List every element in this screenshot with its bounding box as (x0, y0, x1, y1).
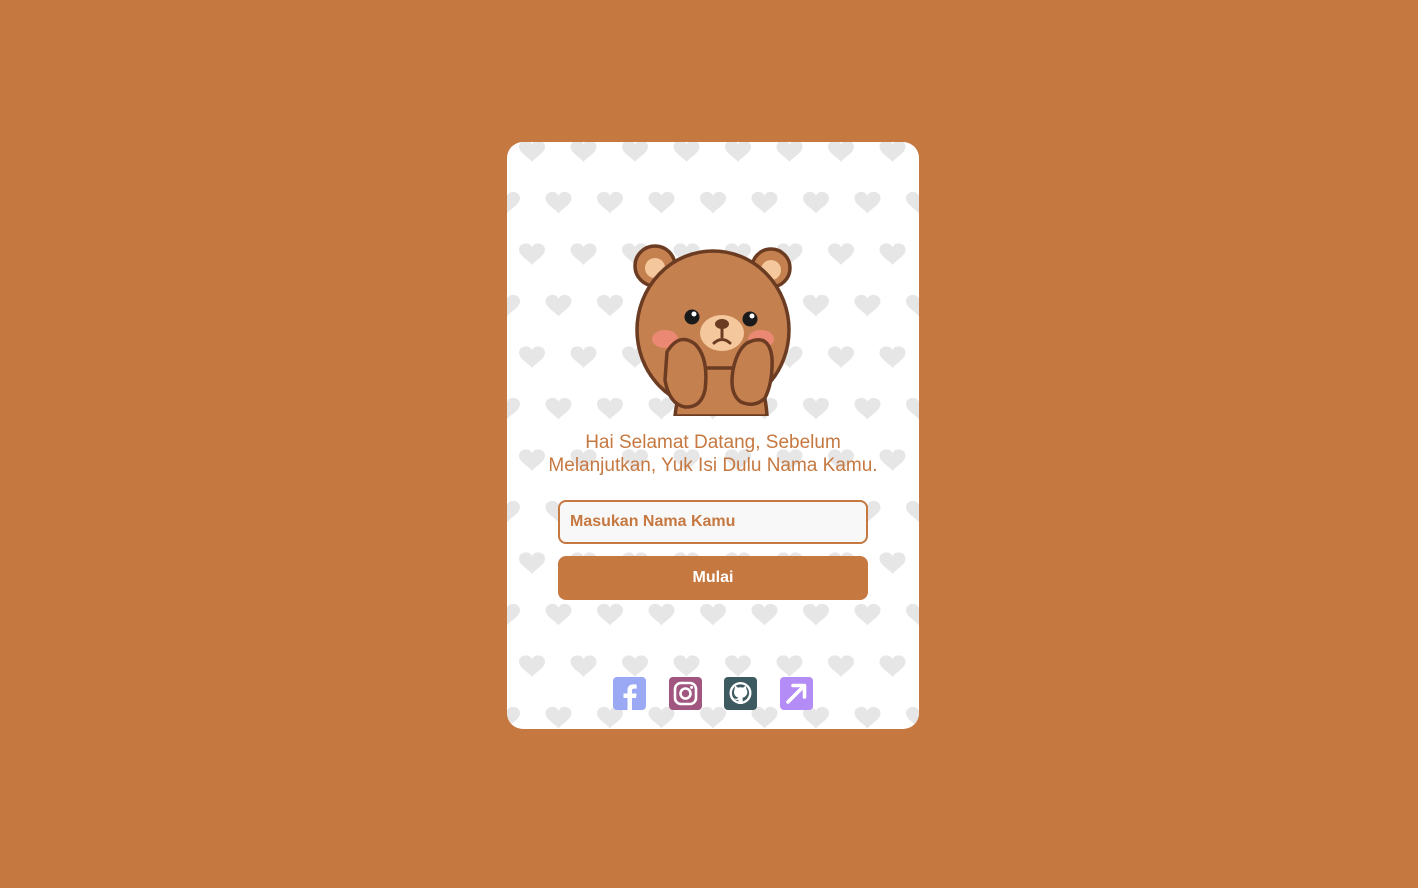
heart-pattern-shape (828, 655, 854, 677)
heart-pattern-shape (906, 294, 919, 317)
heart-pattern-shape (700, 706, 726, 729)
heart-pattern-shape (545, 294, 572, 317)
heart-pattern-shape (854, 706, 881, 729)
heart-pattern-shape (828, 243, 854, 265)
heart-pattern-shape (597, 294, 623, 317)
heart-pattern-shape (906, 191, 919, 214)
heart-pattern-shape (545, 397, 572, 420)
heart-pattern-shape (854, 294, 881, 317)
heart-pattern-shape (597, 603, 623, 626)
heart-pattern-shape (648, 191, 675, 214)
heart-pattern-shape (545, 706, 572, 729)
heart-pattern-shape (879, 142, 906, 163)
external-link[interactable] (780, 677, 813, 710)
heart-pattern-shape (803, 603, 829, 626)
heart-pattern-shape (906, 603, 919, 626)
heart-pattern-shape (507, 603, 520, 626)
heart-pattern-shape (725, 655, 751, 677)
welcome-message: Hai Selamat Datang, Sebelum Melanjutkan,… (527, 431, 899, 477)
heart-pattern-shape (906, 706, 919, 729)
heart-pattern-shape (854, 397, 881, 420)
heart-pattern-shape (906, 397, 919, 420)
heart-pattern-shape (570, 142, 597, 163)
github-icon (724, 677, 757, 710)
heart-pattern-shape (803, 397, 829, 420)
heart-pattern-shape (803, 191, 829, 214)
heart-pattern-shape (751, 706, 778, 729)
heart-pattern-shape (519, 346, 545, 368)
heart-pattern-shape (725, 142, 751, 163)
heart-pattern-shape (751, 603, 778, 626)
heart-pattern-shape (597, 397, 623, 420)
start-button[interactable]: Mulai (558, 556, 868, 600)
facebook-icon (613, 677, 646, 710)
heart-pattern-shape (507, 397, 520, 420)
welcome-card: Hai Selamat Datang, Sebelum Melanjutkan,… (507, 142, 919, 729)
heart-pattern-shape (776, 142, 803, 163)
heart-pattern-shape (507, 191, 520, 214)
heart-pattern-shape (570, 243, 597, 265)
heart-pattern-shape (648, 706, 675, 729)
heart-pattern-shape (700, 603, 726, 626)
heart-pattern-shape (570, 655, 597, 677)
github-link[interactable] (724, 677, 757, 710)
heart-pattern-shape (673, 655, 700, 677)
heart-pattern-shape (828, 346, 854, 368)
heart-pattern-shape (906, 500, 919, 523)
heart-pattern-shape (751, 191, 778, 214)
heart-pattern-shape (622, 655, 648, 677)
heart-pattern-shape (519, 142, 545, 163)
name-input[interactable] (558, 500, 868, 544)
heart-pattern-shape (879, 243, 906, 265)
social-links (507, 677, 919, 710)
heart-pattern-shape (622, 142, 648, 163)
heart-pattern-shape (507, 294, 520, 317)
instagram-icon (669, 677, 702, 710)
heart-pattern-shape (570, 346, 597, 368)
heart-pattern-shape (648, 603, 675, 626)
welcome-line-1: Hai Selamat Datang, Sebelum (585, 432, 841, 453)
heart-pattern-shape (545, 603, 572, 626)
external-link-icon (780, 677, 813, 710)
heart-pattern-shape (776, 655, 803, 677)
heart-pattern-shape (828, 142, 854, 163)
heart-pattern-shape (519, 552, 545, 574)
heart-pattern-shape (545, 191, 572, 214)
heart-pattern-shape (879, 346, 906, 368)
heart-pattern-shape (879, 552, 906, 574)
heart-pattern-shape (507, 500, 520, 523)
heart-pattern-shape (803, 706, 829, 729)
heart-pattern-shape (879, 655, 906, 677)
heart-pattern-shape (854, 191, 881, 214)
welcome-line-2: Melanjutkan, Yuk Isi Dulu Nama Kamu. (548, 455, 878, 476)
heart-pattern-shape (854, 603, 881, 626)
heart-pattern-shape (507, 706, 520, 729)
instagram-link[interactable] (669, 677, 702, 710)
heart-pattern-shape (673, 142, 700, 163)
facebook-link[interactable] (613, 677, 646, 710)
heart-pattern-shape (519, 655, 545, 677)
heart-pattern-shape (597, 706, 623, 729)
heart-pattern-shape (597, 191, 623, 214)
heart-pattern-shape (519, 243, 545, 265)
heart-pattern-shape (700, 191, 726, 214)
heart-pattern-shape (803, 294, 829, 317)
bear-illustration (633, 244, 792, 416)
